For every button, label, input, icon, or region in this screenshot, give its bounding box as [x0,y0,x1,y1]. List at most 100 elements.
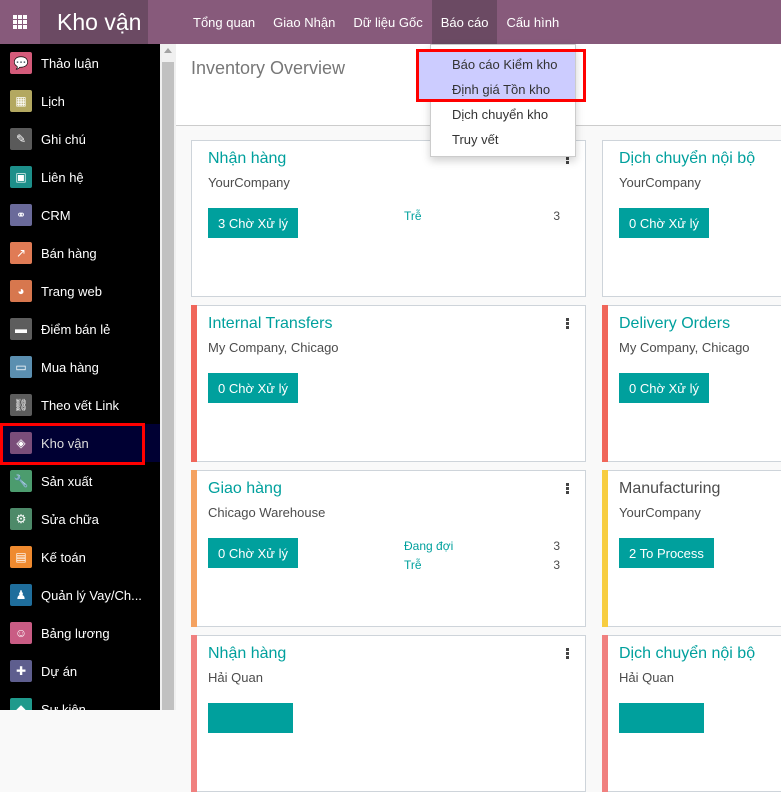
card-subtitle: Hải Quan [619,670,674,685]
sidebar-item[interactable]: ⚙ Sửa chữa [0,500,160,538]
operation-type-card: Dịch chuyển nội bộ Hải Quan [602,635,781,792]
to-process-button[interactable]: 2 To Process [619,538,714,568]
contacts-icon: ▣ [10,166,32,188]
card-title[interactable]: Delivery Orders [619,315,730,333]
sidebar-item-label: CRM [41,207,71,223]
sidebar-item-label: Theo vết Link [41,397,120,413]
grid-icon [13,15,27,29]
card-color-bar [602,470,608,627]
card-stat-link[interactable]: Trễ [404,209,422,223]
main-menu: Tổng quan Giao Nhận Dữ liệu Gốc Báo cáo … [184,0,568,44]
to-process-button[interactable]: 0 Chờ Xử lý [208,538,298,568]
card-title[interactable]: Dịch chuyển nội bộ [619,150,755,168]
sidebar-item-label: Sản xuất [41,473,93,489]
menu-overview[interactable]: Tổng quan [184,0,264,44]
loan-icon: ♟ [10,584,32,606]
card-title[interactable]: Manufacturing [619,480,720,498]
card-subtitle: My Company, Chicago [619,340,750,355]
menu-reporting[interactable]: Báo cáo [431,0,498,44]
card-color-bar [191,635,197,792]
sales-chart-icon: ↗ [10,242,32,264]
kebab-menu-icon[interactable] [566,648,570,659]
sidebar-item-label: Quản lý Vay/Ch... [41,587,142,603]
to-process-button[interactable]: 0 Chờ Xử lý [619,373,709,403]
menu-configuration[interactable]: Cấu hình [497,0,568,44]
ticket-icon: ◆ [10,698,32,710]
card-stat-link[interactable]: Đang đợi [404,539,453,553]
sidebar-item[interactable]: ✚ Dự án [0,652,160,690]
sidebar-scrollbar[interactable] [160,44,176,710]
operation-type-card: Giao hàng Chicago Warehouse 0 Chờ Xử lý Đan… [191,470,586,627]
sidebar-item[interactable]: ◆ Sự kiện [0,690,160,710]
sidebar-item[interactable]: ↗ Bán hàng [0,234,160,272]
scrollbar-thumb[interactable] [162,62,174,710]
sidebar-item[interactable]: 🔧 Sản xuất [0,462,160,500]
to-process-button[interactable] [208,703,293,733]
card-stat-link[interactable]: Trễ [404,558,422,572]
note-icon: ✎ [10,128,32,150]
to-process-button[interactable]: 0 Chờ Xử lý [619,208,709,238]
card-title[interactable]: Giao hàng [208,480,282,498]
card-title[interactable]: Nhận hàng [208,150,286,168]
sidebar-item-label: Sự kiện [41,701,86,711]
sidebar-item-label: Dự án [41,663,78,679]
card-color-bar [602,305,608,462]
sidebar-item[interactable]: ⚭ CRM [0,196,160,234]
sidebar-item-label: Liên hệ [41,169,84,185]
to-process-button[interactable]: 0 Chờ Xử lý [208,373,298,403]
sidebar-item[interactable]: ▤ Kế toán [0,538,160,576]
payroll-icon: ☺ [10,622,32,644]
card-subtitle: YourCompany [619,175,701,190]
dropdown-item-stock-moves[interactable]: Dịch chuyển kho [431,102,575,127]
repair-icon: ⚙ [10,508,32,530]
card-title[interactable]: Dịch chuyển nội bộ [619,645,755,663]
app-sidebar: 💬 Thảo luận ▦ Lịch ✎ Ghi chú ▣ Liên hệ ⚭ CRM ↗ Bán … [0,44,160,710]
to-process-button[interactable] [619,703,704,733]
sidebar-item[interactable]: ◈ Kho vận [0,424,160,462]
operation-type-card: Manufacturing YourCompany 2 To Process [602,470,781,627]
app-switcher-button[interactable] [0,0,40,44]
credit-card-icon: ▭ [10,356,32,378]
globe-icon: ◕ [10,280,32,302]
card-color-bar [191,305,197,462]
sidebar-item[interactable]: ♟ Quản lý Vay/Ch... [0,576,160,614]
sidebar-item[interactable]: ◕ Trang web [0,272,160,310]
card-subtitle: My Company, Chicago [208,340,339,355]
shop-icon: ▬ [10,318,32,340]
sidebar-item[interactable]: ▭ Mua hàng [0,348,160,386]
sidebar-item-label: Thảo luận [41,55,99,71]
scroll-up-arrow-icon[interactable] [164,48,172,53]
chat-icon: 💬 [10,52,32,74]
sidebar-item[interactable]: 💬 Thảo luận [0,44,160,82]
card-title[interactable]: Internal Transfers [208,315,333,333]
card-subtitle: Chicago Warehouse [208,505,326,520]
sidebar-item-label: Bảng lương [41,625,110,641]
dropdown-item-inventory-report[interactable]: Báo cáo Kiểm kho [431,52,575,77]
handshake-icon: ⚭ [10,204,32,226]
menu-master-data[interactable]: Dữ liệu Gốc [344,0,431,44]
sidebar-item[interactable]: ▦ Lịch [0,82,160,120]
dropdown-item-stock-valuation[interactable]: Định giá Tồn kho [431,77,575,102]
sidebar-item[interactable]: ⛓ Theo vết Link [0,386,160,424]
page-title: Inventory Overview [191,58,346,78]
kebab-menu-icon[interactable] [566,318,570,329]
sidebar-item-label: Điểm bán lẻ [41,321,111,337]
card-title[interactable]: Nhận hàng [208,645,286,663]
wrench-icon: 🔧 [10,470,32,492]
kebab-menu-icon[interactable] [566,483,570,494]
card-subtitle: Hải Quan [208,670,263,685]
to-process-button[interactable]: 3 Chờ Xử lý [208,208,298,238]
app-name: Kho vận [40,0,148,44]
box-icon: ◈ [10,432,32,454]
sidebar-item-label: Lịch [41,93,65,109]
card-color-bar [602,635,608,792]
sidebar-item[interactable]: ▣ Liên hệ [0,158,160,196]
sidebar-item[interactable]: ☺ Bảng lương [0,614,160,652]
operation-type-card: Delivery Orders My Company, Chicago 0 Chờ … [602,305,781,462]
menu-operations[interactable]: Giao Nhận [264,0,344,44]
dropdown-item-traceability[interactable]: Truy vết [431,127,575,152]
sidebar-item[interactable]: ✎ Ghi chú [0,120,160,158]
puzzle-icon: ✚ [10,660,32,682]
sidebar-item[interactable]: ▬ Điểm bán lẻ [0,310,160,348]
card-subtitle: YourCompany [208,175,290,190]
